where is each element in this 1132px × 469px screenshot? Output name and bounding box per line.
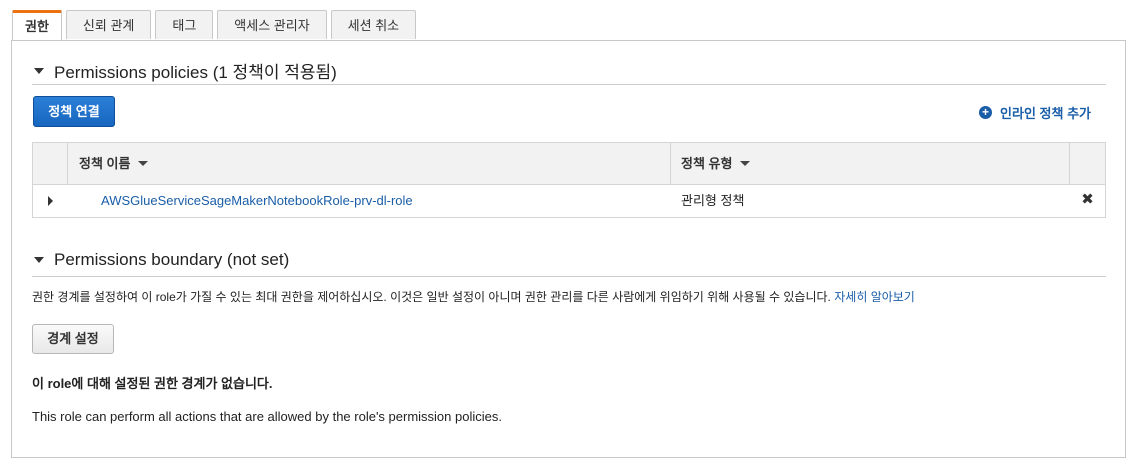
- tab-revoke-sessions[interactable]: 세션 취소: [330, 10, 417, 39]
- caret-right-icon: [48, 196, 53, 206]
- tab-permissions[interactable]: 권한: [12, 10, 62, 41]
- permissions-boundary-header[interactable]: Permissions boundary (not set): [34, 250, 289, 270]
- column-label: 정책 유형: [681, 156, 733, 171]
- no-boundary-notice: 이 role에 대해 설정된 권한 경계가 없습니다.: [32, 376, 273, 391]
- policies-table: 정책 이름 정책 유형 AWSGlueServiceSageMakerNoteb…: [32, 142, 1106, 218]
- table-header: 정책 이름 정책 유형: [33, 143, 1105, 185]
- policy-name-column-header[interactable]: 정책 이름: [68, 143, 671, 184]
- boundary-description-text: 권한 경계를 설정하여 이 role가 가질 수 있는 최대 권한을 제어하십시…: [32, 290, 831, 304]
- add-inline-policy-link[interactable]: + 인라인 정책 추가: [979, 103, 1091, 122]
- permissions-policies-title: Permissions policies (1 정책이 적용됨): [54, 63, 337, 82]
- expand-row-cell[interactable]: [33, 185, 68, 217]
- attach-policy-button[interactable]: 정책 연결: [33, 96, 115, 127]
- policy-name-link[interactable]: AWSGlueServiceSageMakerNotebookRole-prv-…: [68, 185, 671, 217]
- sort-caret-icon: [138, 161, 149, 166]
- tab-access-advisor[interactable]: 액세스 관리자: [217, 10, 327, 39]
- divider: [32, 84, 1106, 85]
- table-row: AWSGlueServiceSageMakerNotebookRole-prv-…: [33, 185, 1105, 217]
- policy-type-cell: 관리형 정책: [681, 193, 745, 208]
- policy-type-column-header[interactable]: 정책 유형: [671, 143, 1070, 184]
- remove-policy-icon[interactable]: ✖: [1070, 185, 1105, 217]
- permissions-policies-header[interactable]: Permissions policies (1 정책이 적용됨): [34, 58, 337, 83]
- set-boundary-button[interactable]: 경계 설정: [32, 324, 114, 354]
- plus-circle-icon: +: [979, 106, 993, 119]
- boundary-info-text: This role can perform all actions that a…: [32, 409, 502, 424]
- tab-trust-relationships[interactable]: 신뢰 관계: [65, 10, 152, 39]
- boundary-description: 권한 경계를 설정하여 이 role가 가질 수 있는 최대 권한을 제어하십시…: [32, 288, 915, 305]
- divider: [32, 276, 1106, 277]
- tab-bar: 권한 신뢰 관계 태그 액세스 관리자 세션 취소: [12, 10, 420, 41]
- caret-down-icon: [34, 67, 44, 74]
- permissions-boundary-title: Permissions boundary (not set): [54, 250, 290, 269]
- actions-column-header: [1070, 143, 1105, 184]
- column-label: 정책 이름: [79, 156, 131, 171]
- caret-down-icon: [34, 257, 44, 263]
- expand-column-header: [33, 143, 68, 184]
- permissions-panel: Permissions policies (1 정책이 적용됨) 정책 연결 +…: [11, 40, 1126, 458]
- sort-caret-icon: [740, 161, 751, 166]
- tab-tags[interactable]: 태그: [155, 10, 214, 39]
- learn-more-link[interactable]: 자세히 알아보기: [834, 290, 915, 304]
- add-inline-policy-label: 인라인 정책 추가: [1000, 106, 1091, 121]
